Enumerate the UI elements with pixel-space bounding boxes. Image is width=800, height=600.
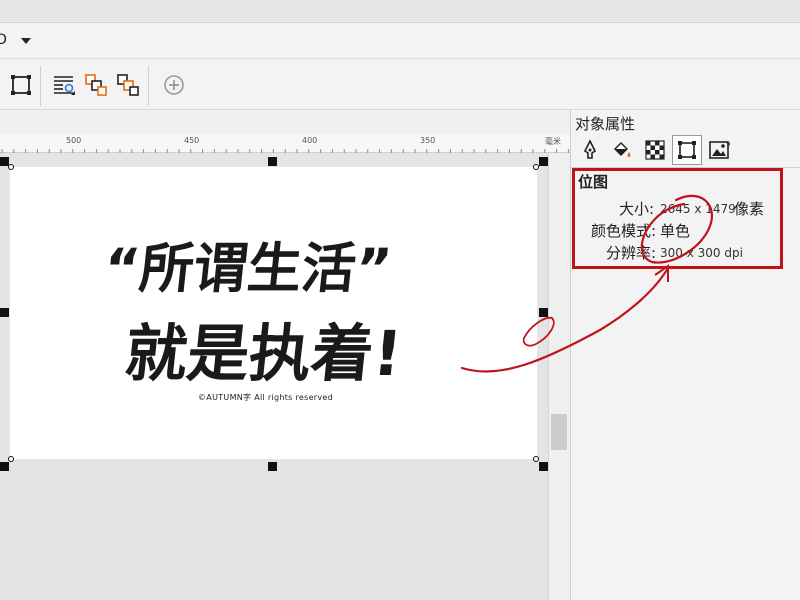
annotation-arrow — [460, 194, 713, 373]
app-window: ID — [0, 0, 800, 600]
